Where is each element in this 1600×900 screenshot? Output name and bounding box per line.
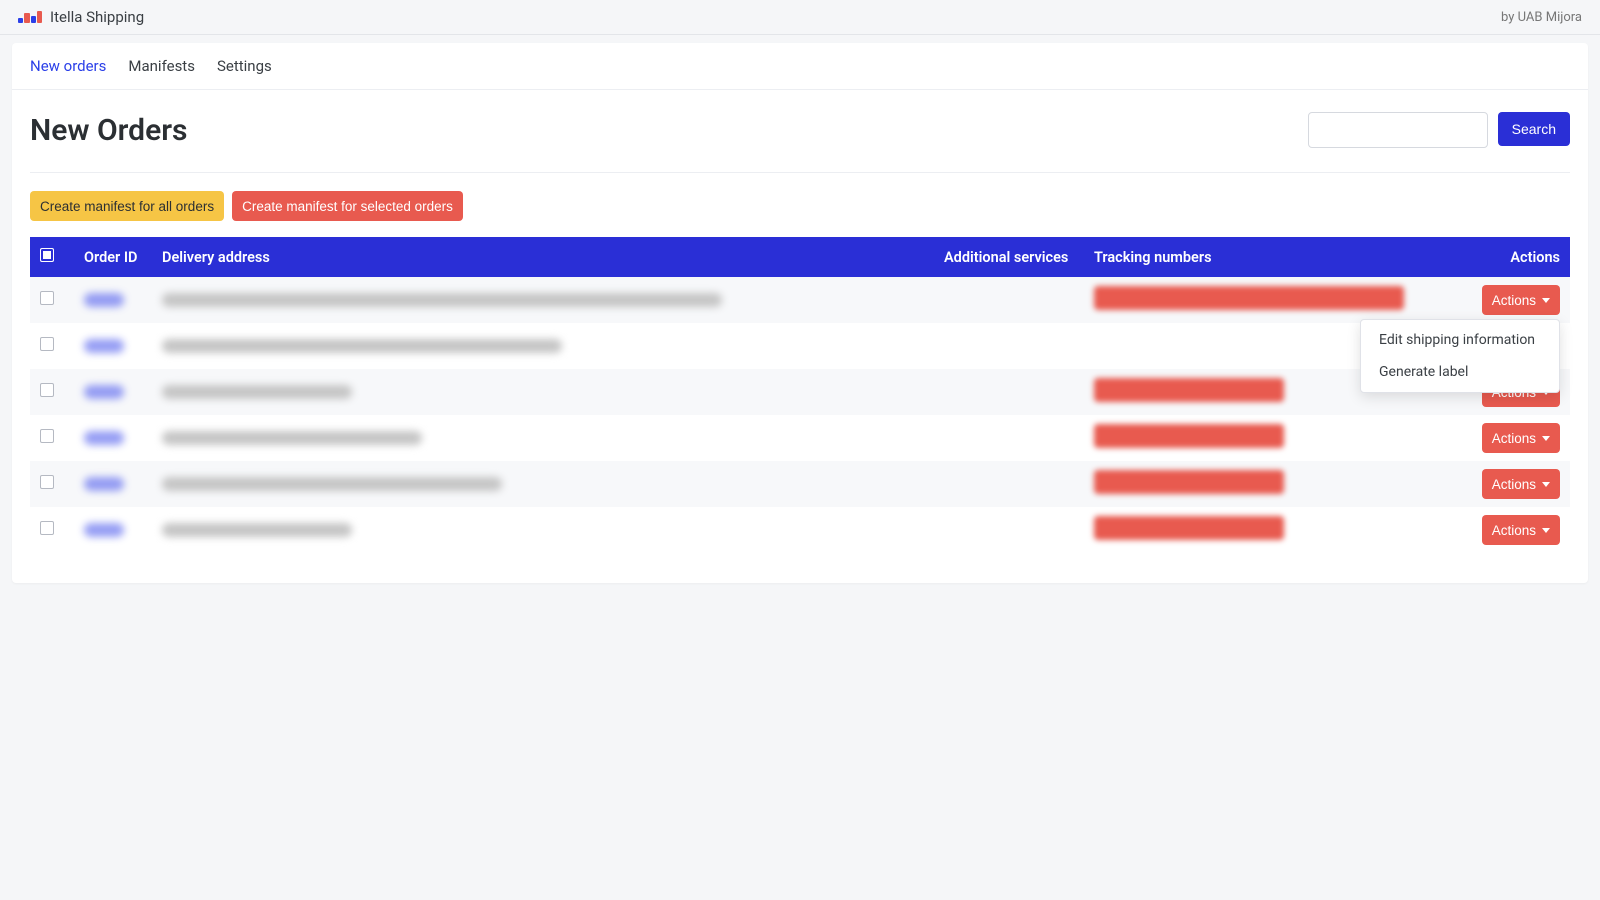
brand-logo-icon (18, 10, 42, 24)
batch-buttons: Create manifest for all orders Create ma… (30, 191, 1570, 221)
dropdown-item-edit-shipping[interactable]: Edit shipping information (1361, 324, 1559, 356)
table-row: Actions (30, 461, 1570, 507)
delivery-address (162, 293, 722, 307)
tracking-badge (1094, 470, 1284, 494)
th-tracking-numbers: Tracking numbers (1094, 249, 1464, 266)
delivery-address (162, 523, 352, 537)
delivery-address (162, 431, 422, 445)
app-shell: New orders Manifests Settings New Orders… (12, 43, 1588, 583)
tracking-numbers (1094, 470, 1464, 498)
table-header: Order ID Delivery address Additional ser… (30, 237, 1570, 277)
app-name: Itella Shipping (50, 8, 144, 26)
page-head: New Orders Search (30, 112, 1570, 173)
order-id-link[interactable] (84, 339, 124, 353)
th-additional-services: Additional services (944, 249, 1094, 266)
order-id-link[interactable] (84, 523, 124, 537)
credit-text: by UAB Mijora (1501, 10, 1582, 25)
actions-button[interactable]: Actions (1482, 285, 1560, 315)
tracking-badge (1094, 516, 1284, 540)
chevron-down-icon (1542, 528, 1550, 533)
actions-button-label: Actions (1492, 523, 1536, 538)
order-id-link[interactable] (84, 293, 124, 307)
chevron-down-icon (1542, 298, 1550, 303)
order-id-link[interactable] (84, 431, 124, 445)
tracking-numbers (1094, 286, 1464, 314)
search-input[interactable] (1308, 112, 1488, 148)
search-button[interactable]: Search (1498, 112, 1570, 146)
tracking-badge (1094, 378, 1284, 402)
table-row: Actions (30, 415, 1570, 461)
content: New Orders Search Create manifest for al… (12, 90, 1588, 583)
th-order-id: Order ID (84, 249, 162, 266)
actions-button-label: Actions (1492, 431, 1536, 446)
row-checkbox[interactable] (40, 429, 54, 443)
row-checkbox[interactable] (40, 291, 54, 305)
order-id-link[interactable] (84, 477, 124, 491)
row-checkbox[interactable] (40, 475, 54, 489)
tracking-badge (1094, 286, 1404, 310)
select-all-checkbox[interactable] (40, 248, 54, 262)
order-id-link[interactable] (84, 385, 124, 399)
page-title: New Orders (30, 113, 187, 148)
brand: Itella Shipping (18, 8, 144, 26)
delivery-address (162, 385, 352, 399)
actions-button[interactable]: Actions (1482, 423, 1560, 453)
tab-manifests[interactable]: Manifests (128, 57, 195, 75)
row-checkbox[interactable] (40, 383, 54, 397)
table-row: ActionsEdit shipping informationGenerate… (30, 277, 1570, 323)
table-body: ActionsEdit shipping informationGenerate… (30, 277, 1570, 553)
create-manifest-all-button[interactable]: Create manifest for all orders (30, 191, 224, 221)
actions-button-label: Actions (1492, 477, 1536, 492)
row-checkbox[interactable] (40, 337, 54, 351)
chevron-down-icon (1542, 436, 1550, 441)
dropdown-item-generate-label[interactable]: Generate label (1361, 356, 1559, 388)
table-row: Actions (30, 369, 1570, 415)
tabs: New orders Manifests Settings (12, 43, 1588, 90)
actions-button[interactable]: Actions (1482, 515, 1560, 545)
tracking-badge (1094, 424, 1284, 448)
table-row: Actions (30, 507, 1570, 553)
orders-table: Order ID Delivery address Additional ser… (30, 237, 1570, 553)
top-bar: Itella Shipping by UAB Mijora (0, 0, 1600, 35)
tab-settings[interactable]: Settings (217, 57, 272, 75)
th-delivery-address: Delivery address (162, 249, 944, 266)
th-actions: Actions (1464, 249, 1560, 266)
row-checkbox[interactable] (40, 521, 54, 535)
tracking-numbers (1094, 516, 1464, 544)
search-row: Search (1308, 112, 1570, 148)
delivery-address (162, 477, 502, 491)
tracking-numbers (1094, 424, 1464, 452)
actions-button-label: Actions (1492, 293, 1536, 308)
chevron-down-icon (1542, 482, 1550, 487)
actions-dropdown: Edit shipping informationGenerate label (1360, 319, 1560, 393)
delivery-address (162, 339, 562, 353)
tab-new-orders[interactable]: New orders (30, 57, 106, 75)
create-manifest-selected-button[interactable]: Create manifest for selected orders (232, 191, 463, 221)
table-row: Actions (30, 323, 1570, 369)
actions-button[interactable]: Actions (1482, 469, 1560, 499)
